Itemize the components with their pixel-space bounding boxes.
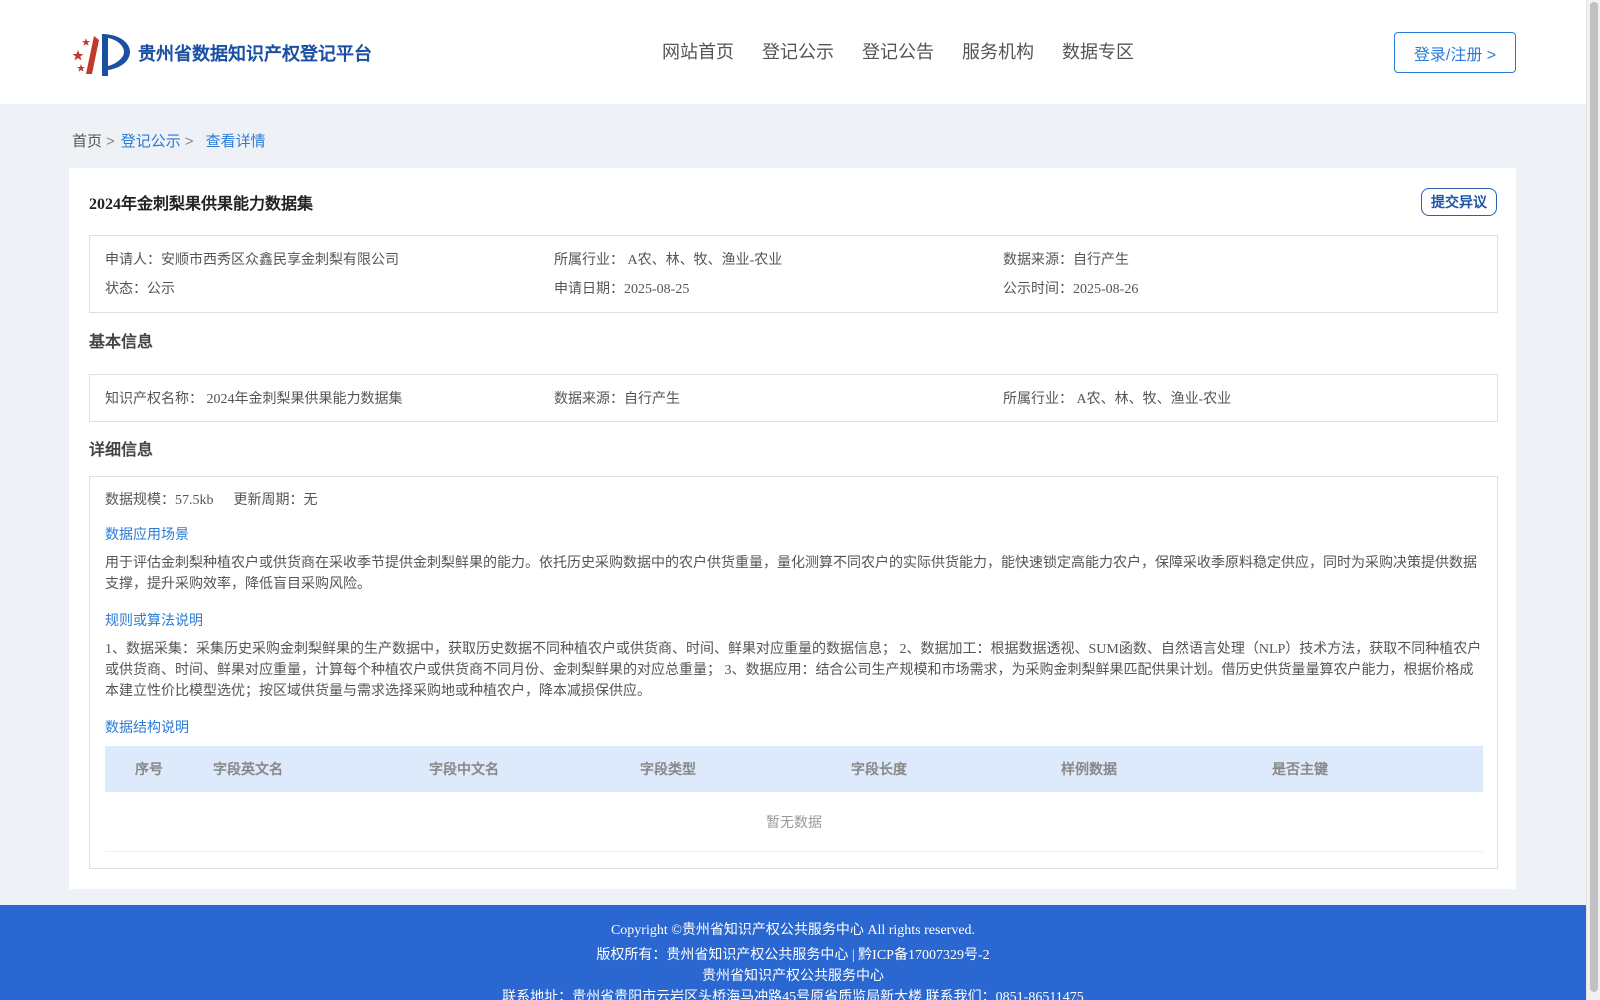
applicant-label: 申请人：: [105, 253, 161, 268]
cycle-label: 更新周期：: [233, 493, 304, 508]
basic-info-panel: 知识产权名称： 2024年金刺梨果供果能力数据集 数据来源：自行产生 所属行业：…: [89, 374, 1498, 422]
apply-date-label: 申请日期：: [554, 282, 624, 297]
detail-info-heading: 详细信息: [89, 442, 154, 459]
scenario-heading: 数据应用场景: [105, 526, 189, 542]
col-primary-key: 是否主键: [1272, 761, 1328, 777]
breadcrumb-current[interactable]: 查看详情: [206, 133, 266, 150]
apply-date-value: 2025-08-25: [624, 282, 690, 297]
industry-value: A农、林、牧、渔业-农业: [627, 253, 783, 268]
industry-label: 所属行业：: [554, 253, 624, 268]
page-scrollbar[interactable]: [1586, 0, 1600, 1000]
col-field-en: 字段英文名: [213, 761, 283, 777]
source-value: 自行产生: [1073, 253, 1129, 268]
footer-contact: 联系地址：贵州省贵阳市云岩区头桥海马冲路45号原省质监局新大楼 联系我们：085…: [502, 990, 1084, 1000]
summary-panel: 申请人：安顺市西秀区众鑫民享金刺梨有限公司 所属行业： A农、林、牧、渔业-农业…: [89, 235, 1498, 313]
login-register-button[interactable]: 登录/注册 >: [1394, 32, 1516, 73]
applicant-field: 申请人：安顺市西秀区众鑫民享金刺梨有限公司: [105, 249, 399, 269]
source-field: 数据来源：自行产生: [1003, 249, 1129, 269]
table-empty-state: 暂无数据: [105, 792, 1483, 852]
col-field-cn: 字段中文名: [429, 761, 499, 777]
breadcrumb-home[interactable]: 首页: [72, 133, 102, 150]
submit-dispute-button[interactable]: 提交异议: [1421, 188, 1497, 216]
record-title: 2024年金刺梨果供果能力数据集: [89, 196, 314, 213]
ip-name-label: 知识产权名称：: [105, 392, 203, 407]
cycle-value: 无: [303, 493, 318, 508]
nav-item-home[interactable]: 网站首页: [662, 38, 734, 64]
site-header: 贵州省数据知识产权登记平台 网站首页 登记公示 登记公告 服务机构 数据专区 登…: [0, 0, 1586, 104]
ip-name-value: 2024年金刺梨果供果能力数据集: [206, 392, 403, 407]
industry-field: 所属行业： A农、林、牧、渔业-农业: [554, 249, 782, 269]
scrollbar-thumb[interactable]: [1590, 2, 1598, 992]
footer-owner: 版权所有：贵州省知识产权公共服务中心 | 黔ICP备17007329号-2: [596, 948, 990, 963]
publish-date-label: 公示时间：: [1003, 282, 1073, 297]
applicant-value: 安顺市西秀区众鑫民享金刺梨有限公司: [161, 253, 399, 268]
breadcrumb-section[interactable]: 登记公示: [121, 133, 181, 150]
breadcrumb-separator: >: [184, 133, 194, 150]
col-index: 序号: [135, 761, 163, 777]
site-title[interactable]: 贵州省数据知识产权登记平台: [138, 40, 372, 66]
structure-table-header: 序号 字段英文名 字段中文名 字段类型 字段长度 样例数据 是否主键: [105, 746, 1483, 792]
structure-heading: 数据结构说明: [105, 719, 189, 735]
logo-icon[interactable]: [72, 28, 130, 78]
footer-copyright: Copyright ©贵州省知识产权公共服务中心 All rights rese…: [610, 923, 976, 938]
col-sample-data: 样例数据: [1061, 761, 1117, 777]
publish-date-field: 公示时间：2025-08-26: [1003, 278, 1138, 298]
col-field-type: 字段类型: [640, 761, 696, 777]
status-field: 状态：公示: [105, 278, 175, 298]
basic-info-heading: 基本信息: [89, 334, 154, 351]
col-field-length: 字段长度: [851, 761, 907, 777]
status-label: 状态：: [105, 282, 147, 297]
footer-org: 贵州省知识产权公共服务中心: [702, 969, 884, 984]
main-nav: 网站首页 登记公示 登记公告 服务机构 数据专区: [662, 38, 1162, 64]
breadcrumb: 首页 > 登记公示 > 查看详情: [72, 130, 266, 151]
basic-source-value: 自行产生: [624, 392, 680, 407]
scale-value: 57.5kb: [175, 493, 214, 508]
basic-source-field: 数据来源：自行产生: [554, 388, 680, 408]
nav-item-registration-announcement[interactable]: 登记公告: [862, 38, 934, 64]
nav-item-data-zone[interactable]: 数据专区: [1062, 38, 1134, 64]
status-value: 公示: [147, 282, 175, 297]
data-meta-line: 数据规模：57.5kb 更新周期：无: [105, 489, 318, 509]
ip-name-field: 知识产权名称： 2024年金刺梨果供果能力数据集: [105, 388, 403, 408]
algorithm-heading: 规则或算法说明: [105, 612, 203, 628]
nav-item-registration-publicity[interactable]: 登记公示: [762, 38, 834, 64]
basic-industry-value: A农、林、牧、渔业-农业: [1076, 392, 1232, 407]
detail-card: 2024年金刺梨果供果能力数据集 提交异议 申请人：安顺市西秀区众鑫民享金刺梨有…: [69, 168, 1516, 889]
algorithm-text: 1、数据采集：采集历史采购金刺梨鲜果的生产数据中，获取历史数据不同种植农户或供货…: [105, 642, 1482, 699]
basic-industry-label: 所属行业：: [1003, 392, 1073, 407]
scenario-text: 用于评估金刺梨种植农户或供货商在采收季节提供金刺梨鲜果的能力。依托历史采购数据中…: [105, 556, 1477, 592]
basic-source-label: 数据来源：: [554, 392, 624, 407]
site-footer: Copyright ©贵州省知识产权公共服务中心 All rights rese…: [0, 905, 1586, 1000]
page: 贵州省数据知识产权登记平台 网站首页 登记公示 登记公告 服务机构 数据专区 登…: [0, 0, 1586, 1000]
detail-info-panel: 数据规模：57.5kb 更新周期：无 数据应用场景 用于评估金刺梨种植农户或供货商…: [89, 476, 1498, 869]
apply-date-field: 申请日期：2025-08-25: [554, 278, 689, 298]
source-label: 数据来源：: [1003, 253, 1073, 268]
nav-item-service-agencies[interactable]: 服务机构: [962, 38, 1034, 64]
scale-label: 数据规模：: [105, 493, 175, 508]
publish-date-value: 2025-08-26: [1073, 282, 1139, 297]
breadcrumb-separator: >: [106, 133, 115, 150]
basic-industry-field: 所属行业： A农、林、牧、渔业-农业: [1003, 388, 1231, 408]
